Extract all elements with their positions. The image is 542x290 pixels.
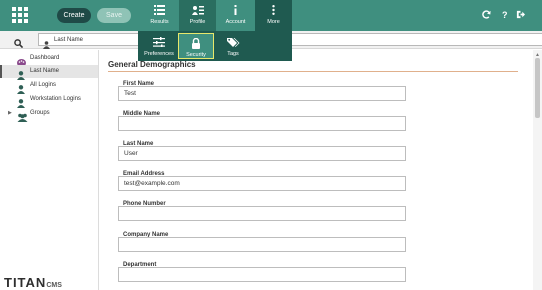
- sidebar-item-label: Groups: [30, 110, 50, 116]
- apps-grid-icon[interactable]: [12, 7, 28, 23]
- chevron-right-icon[interactable]: ▶: [8, 110, 12, 116]
- tab-more-label: More: [267, 19, 280, 25]
- users-icon: [17, 109, 28, 127]
- tab-results[interactable]: Results: [141, 0, 178, 31]
- last-name-field[interactable]: User: [118, 146, 406, 161]
- last-name-value: User: [124, 150, 138, 157]
- sidebar-item-last-name[interactable]: Last Name: [0, 65, 98, 80]
- company-name-field[interactable]: [118, 237, 406, 252]
- refresh-icon[interactable]: [482, 10, 491, 22]
- phone-number-field[interactable]: [118, 206, 406, 221]
- scrollbar-thumb[interactable]: [535, 58, 540, 118]
- tab-account-label: Account: [225, 19, 246, 25]
- sidebar-item-dashboard[interactable]: Dashboard: [0, 52, 98, 67]
- logout-icon[interactable]: [516, 10, 525, 22]
- section-title-rule: [108, 71, 518, 72]
- department-field[interactable]: [118, 267, 406, 282]
- first-name-field[interactable]: Test: [118, 86, 406, 101]
- sidebar-item-label: All Logins: [30, 82, 57, 88]
- email-address-value: test@example.com: [124, 180, 180, 187]
- save-button[interactable]: Save: [97, 8, 131, 23]
- more-vertical-icon: [272, 5, 275, 15]
- tab-account[interactable]: Account: [217, 0, 254, 31]
- sidebar-item-label: Last Name: [30, 68, 60, 74]
- tab-more[interactable]: More: [255, 0, 292, 31]
- sidebar-item-all-logins[interactable]: All Logins: [0, 79, 98, 94]
- tab-profile[interactable]: Profile: [179, 0, 216, 31]
- logo-suffix: CMS: [46, 282, 62, 289]
- logo-brand: TITAN: [4, 275, 47, 290]
- sidebar-item-label: Dashboard: [30, 55, 60, 61]
- search-field-selector[interactable]: Last Name: [38, 33, 140, 49]
- help-icon[interactable]: ?: [502, 10, 508, 21]
- sidebar-item-groups[interactable]: ▶ Groups: [0, 107, 98, 122]
- sliders-icon: [153, 37, 165, 47]
- sidebar-item-label: Workstation Logins: [30, 96, 81, 102]
- profile-card-icon: [192, 6, 204, 15]
- tab-results-label: Results: [150, 19, 169, 25]
- first-name-value: Test: [124, 90, 136, 97]
- lock-icon: [192, 38, 200, 49]
- create-button[interactable]: Create: [57, 8, 91, 23]
- results-list-icon: [154, 5, 165, 15]
- tab-profile-label: Profile: [189, 19, 206, 25]
- sidebar: Dashboard Last Name All Logins Workstati…: [0, 50, 99, 290]
- tags-icon: [227, 38, 240, 47]
- search-field-value: Last Name: [54, 37, 84, 43]
- titan-cms-logo: TITANCMS: [4, 274, 62, 290]
- info-icon: [234, 5, 237, 15]
- section-title: General Demographics: [108, 60, 196, 69]
- email-address-field[interactable]: test@example.com: [118, 176, 406, 191]
- sidebar-item-workstation-logins[interactable]: Workstation Logins: [0, 93, 98, 108]
- middle-name-field[interactable]: [118, 116, 406, 131]
